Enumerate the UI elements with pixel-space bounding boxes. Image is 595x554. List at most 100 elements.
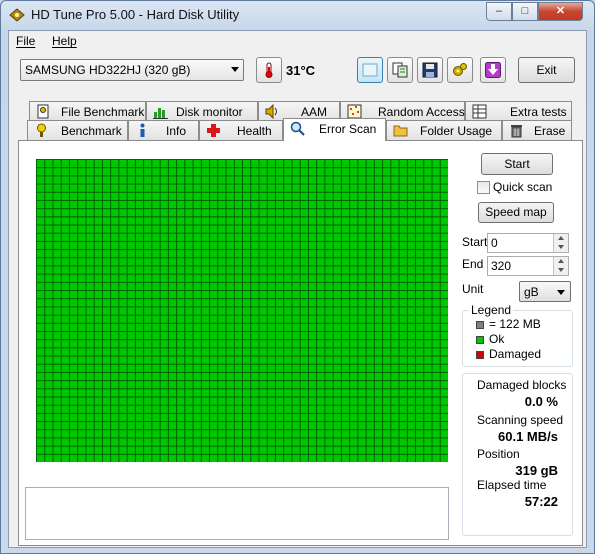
menu-help[interactable]: Help — [52, 34, 77, 48]
scan-block — [292, 282, 300, 291]
scan-block — [308, 282, 317, 291]
scan-block — [45, 266, 53, 274]
scan-block — [267, 389, 275, 397]
quick-scan-checkbox[interactable] — [477, 181, 490, 194]
scan-block — [440, 389, 448, 397]
title-bar[interactable]: HD Tune Pro 5.00 - Hard Disk Utility – □… — [1, 1, 594, 29]
scan-block — [201, 397, 210, 405]
scan-block — [341, 430, 350, 438]
screenshot-button[interactable] — [357, 57, 383, 83]
scan-block — [53, 323, 61, 331]
scan-block — [407, 225, 416, 233]
scan-block — [275, 200, 284, 209]
spin-down-icon[interactable] — [553, 243, 568, 252]
tab-benchmark[interactable]: Benchmark — [27, 120, 128, 140]
end-input[interactable]: 320 — [487, 256, 569, 276]
scan-block — [160, 168, 168, 176]
tab-extra-tests[interactable]: Extra tests — [465, 101, 572, 121]
tab-erase[interactable]: Erase — [502, 120, 572, 140]
scan-block — [152, 413, 160, 422]
scan-block — [407, 168, 416, 176]
scan-block — [193, 438, 201, 446]
scan-block — [201, 315, 210, 323]
spin-up-icon[interactable] — [553, 257, 568, 266]
scan-block — [94, 291, 102, 299]
scan-block — [333, 340, 341, 348]
scan-block — [94, 299, 102, 307]
tab-health[interactable]: Health — [199, 120, 283, 140]
scan-block — [160, 176, 168, 184]
save-button[interactable] — [417, 57, 443, 83]
scan-block — [358, 299, 366, 307]
scan-block — [243, 217, 251, 225]
scan-block — [317, 200, 325, 209]
scan-block — [111, 299, 119, 307]
scan-block — [399, 258, 407, 266]
scan-block — [218, 364, 226, 372]
scan-block — [350, 233, 358, 241]
scan-block — [292, 233, 300, 241]
scan-block — [86, 176, 94, 184]
scan-block — [251, 405, 259, 413]
spin-up-icon[interactable] — [553, 234, 568, 243]
close-button[interactable]: ✕ — [538, 2, 583, 21]
scan-block — [432, 184, 440, 192]
scan-block — [350, 200, 358, 209]
drive-select[interactable]: SAMSUNG HD322HJ (320 gB) — [20, 59, 244, 81]
scan-block — [432, 340, 440, 348]
speed-map-button[interactable]: Speed map — [478, 202, 554, 223]
scan-block — [243, 381, 251, 389]
tab-error-scan[interactable]: Error Scan — [283, 118, 386, 141]
scan-block — [210, 168, 218, 176]
scan-block — [383, 438, 391, 446]
scan-block — [152, 291, 160, 299]
scan-block — [102, 422, 111, 430]
scan-block — [366, 291, 374, 299]
copy-button[interactable] — [387, 57, 413, 83]
scan-block — [275, 315, 284, 323]
scan-block — [61, 413, 69, 422]
options-button[interactable] — [447, 57, 473, 83]
scan-block — [61, 299, 69, 307]
menu-file[interactable]: File — [16, 34, 35, 48]
scan-block — [374, 291, 383, 299]
scan-block — [399, 192, 407, 200]
scan-block — [317, 372, 325, 381]
tab-disk-monitor[interactable]: Disk monitor — [146, 101, 258, 121]
scan-block — [350, 241, 358, 250]
scan-block — [135, 372, 144, 381]
scan-block — [317, 282, 325, 291]
spin-down-icon[interactable] — [553, 266, 568, 275]
minimize-button[interactable]: – — [486, 2, 512, 21]
scan-block — [416, 233, 424, 241]
scan-block — [144, 184, 152, 192]
scan-block — [383, 323, 391, 331]
scan-block — [218, 438, 226, 446]
scan-block — [440, 405, 448, 413]
scan-block — [226, 160, 234, 168]
scan-block — [300, 274, 308, 282]
scan-block — [53, 389, 61, 397]
scan-block — [424, 241, 432, 250]
scan-block — [407, 315, 416, 323]
scan-block — [243, 446, 251, 454]
tab-file-benchmark[interactable]: File Benchmark — [29, 101, 146, 121]
scan-block — [243, 160, 251, 168]
scan-block — [210, 348, 218, 356]
unit-select[interactable]: gB — [519, 281, 571, 302]
start-button[interactable]: Start — [481, 153, 553, 175]
scan-block — [399, 381, 407, 389]
scan-block — [177, 274, 185, 282]
maximize-button[interactable]: □ — [512, 2, 538, 21]
exit-button[interactable]: Exit — [518, 57, 575, 83]
scan-block — [267, 225, 275, 233]
start-input[interactable]: 0 — [487, 233, 569, 253]
download-button[interactable] — [480, 57, 506, 83]
scan-block — [201, 282, 210, 291]
tab-folder-usage[interactable]: Folder Usage — [386, 120, 502, 140]
scan-block — [284, 364, 292, 372]
tab-info[interactable]: Info — [128, 120, 199, 140]
scan-block — [366, 356, 374, 364]
scan-block — [383, 282, 391, 291]
thermometer-button[interactable] — [256, 57, 282, 83]
